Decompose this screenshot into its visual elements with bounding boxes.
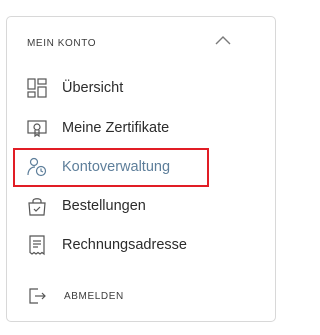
menu-item-label: Meine Zertifikate <box>62 120 170 136</box>
menu-item-label: Rechnungsadresse <box>62 237 187 253</box>
menu-title: MEIN KONTO <box>27 38 97 49</box>
menu-item-rechnungsadresse[interactable]: Rechnungsadresse <box>26 233 187 257</box>
shopping-bag-icon <box>28 198 46 216</box>
certificate-icon <box>27 120 47 138</box>
active-item-highlight <box>13 148 209 187</box>
logout-icon <box>29 288 46 304</box>
menu-item-uebersicht[interactable]: Übersicht <box>26 76 123 100</box>
menu-item-zertifikate[interactable]: Meine Zertifikate <box>26 116 169 140</box>
menu-item-label: Übersicht <box>62 80 124 96</box>
receipt-icon <box>29 235 45 256</box>
menu-item-bestellungen[interactable]: Bestellungen <box>26 194 146 218</box>
dashboard-grid-icon <box>27 78 47 98</box>
logout-link[interactable]: ABMELDEN <box>26 284 124 308</box>
logout-label: ABMELDEN <box>64 290 124 302</box>
menu-item-label: Bestellungen <box>62 198 146 214</box>
chevron-up-icon[interactable] <box>214 34 232 46</box>
